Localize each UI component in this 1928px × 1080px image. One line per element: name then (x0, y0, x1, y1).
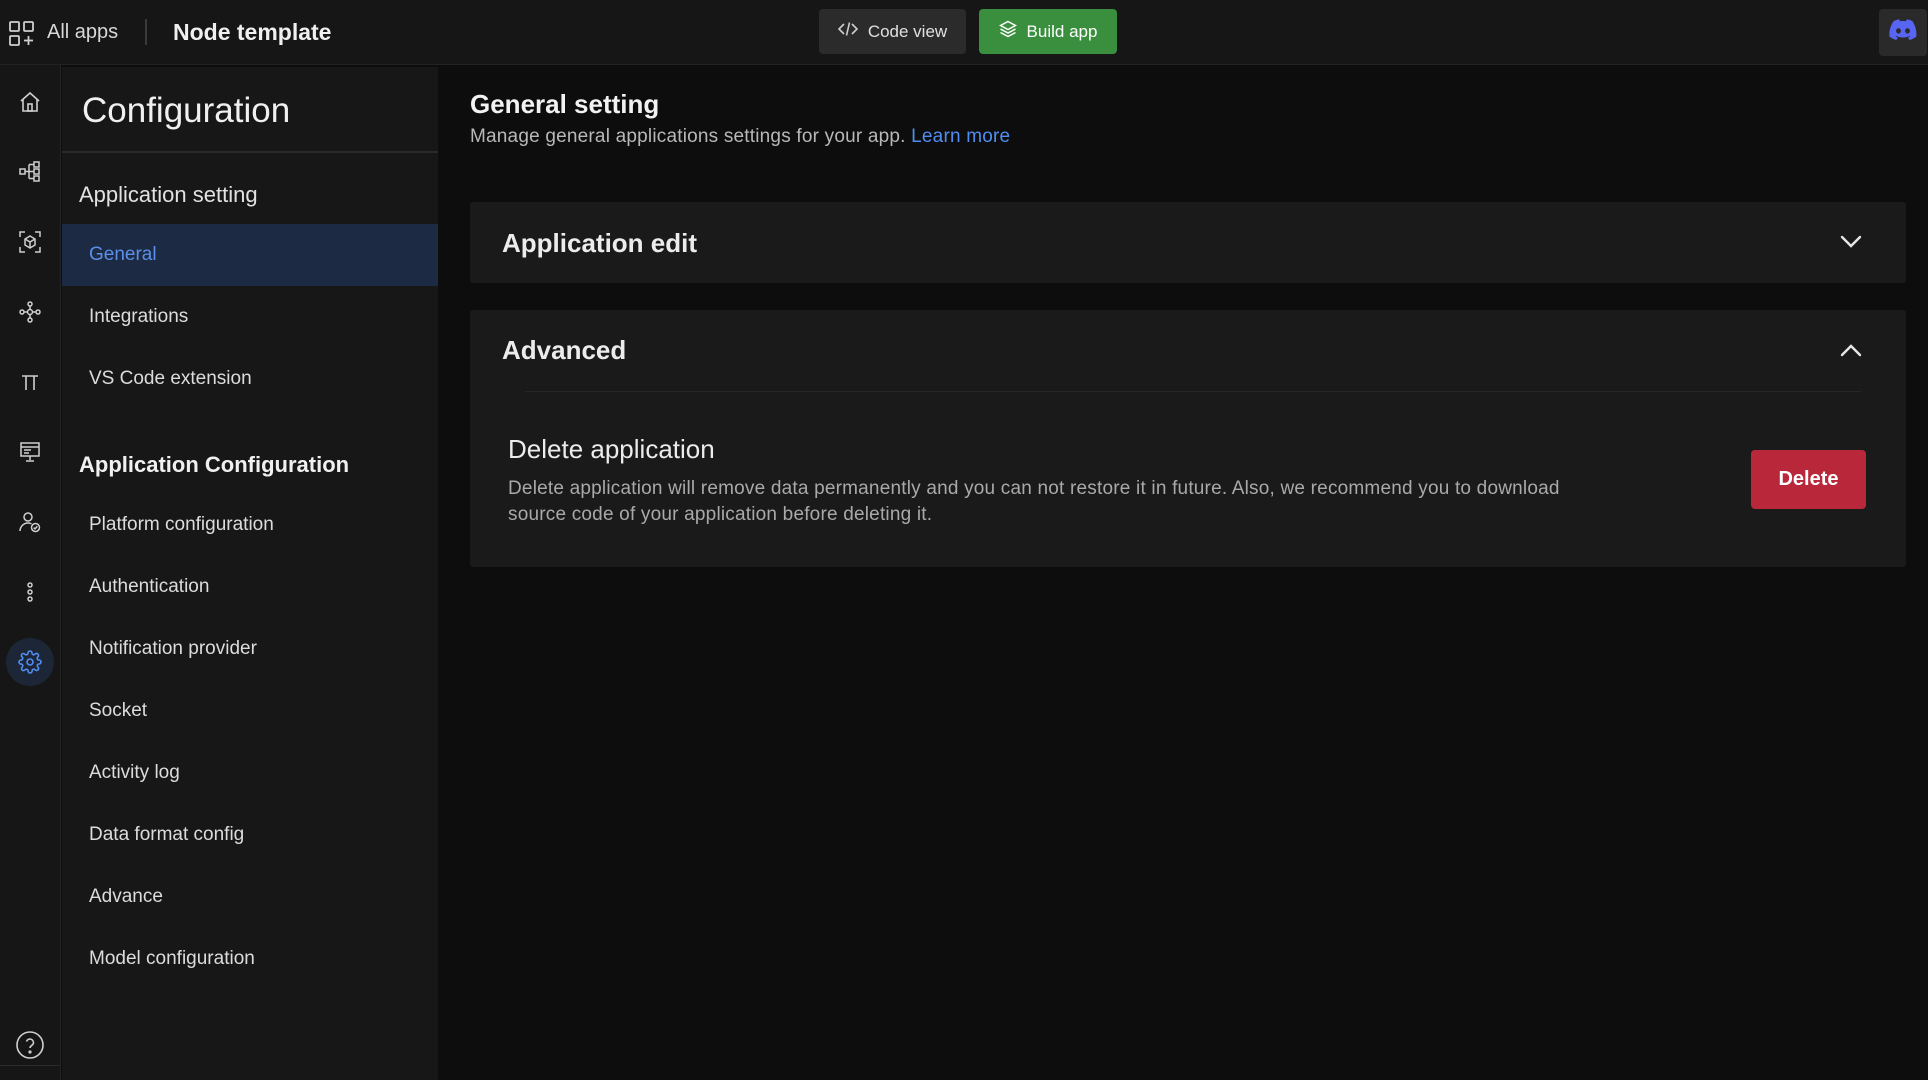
code-view-button[interactable]: Code view (819, 9, 966, 54)
code-icon (837, 21, 858, 42)
configuration-sidebar: Configuration Application setting Genera… (62, 67, 438, 1080)
layers-icon (998, 20, 1017, 43)
page-subtitle: Manage general applications settings for… (470, 126, 1010, 148)
configuration-title: Configuration (82, 91, 291, 130)
graph-icon[interactable] (6, 288, 54, 336)
all-apps-link[interactable]: All apps (47, 20, 118, 44)
title-divider (62, 151, 438, 153)
delete-application-description: Delete application will remove data perm… (508, 478, 1560, 525)
discord-button[interactable] (1879, 9, 1927, 56)
advanced-panel: Advanced Delete application Delete appli… (470, 310, 1906, 567)
nav-item-platform-configuration[interactable]: Platform configuration (62, 494, 438, 556)
application-edit-title: Application edit (502, 228, 697, 258)
more-icon[interactable] (6, 568, 54, 616)
delete-application-title: Delete application (508, 434, 715, 464)
application-setting-heading: Application setting (79, 182, 258, 207)
top-bar: All apps Node template Code view Build a… (0, 0, 1928, 65)
nav-item-socket[interactable]: Socket (62, 680, 438, 742)
learn-more-link[interactable]: Learn more (911, 126, 1010, 147)
user-check-icon[interactable] (6, 498, 54, 546)
icon-rail (0, 65, 61, 1080)
nav-item-advance[interactable]: Advance (62, 866, 438, 928)
flow-icon[interactable] (6, 148, 54, 196)
nav-item-general[interactable]: General (62, 224, 438, 286)
delete-button[interactable]: Delete (1751, 450, 1866, 509)
advanced-title: Advanced (502, 335, 627, 365)
page-subtitle-text: Manage general applications settings for… (470, 126, 906, 147)
all-apps-icon[interactable] (8, 20, 36, 48)
settings-icon[interactable] (6, 638, 54, 686)
nav-item-integrations[interactable]: Integrations (62, 286, 438, 348)
page-title: General setting (470, 89, 660, 119)
nav-item-data-format-config[interactable]: Data format config (62, 804, 438, 866)
build-app-label: Build app (1026, 21, 1098, 41)
application-configuration-heading: Application Configuration (79, 452, 350, 477)
chevron-down-icon[interactable] (1835, 226, 1867, 258)
project-title: Node template (173, 19, 332, 45)
discord-icon (1889, 19, 1917, 46)
code-view-label: Code view (867, 21, 948, 41)
build-app-button[interactable]: Build app (979, 9, 1117, 54)
home-icon[interactable] (6, 78, 54, 126)
nav-item-vs-code-extension[interactable]: VS Code extension (62, 348, 438, 410)
nav-item-model-configuration[interactable]: Model configuration (62, 928, 438, 990)
header-separator (145, 19, 147, 45)
advanced-divider (525, 391, 1861, 392)
nav-item-activity-log[interactable]: Activity log (62, 742, 438, 804)
nav-item-authentication[interactable]: Authentication (62, 556, 438, 618)
pi-icon[interactable] (6, 358, 54, 406)
chevron-up-icon[interactable] (1835, 334, 1867, 366)
help-icon[interactable] (6, 1021, 54, 1069)
presentation-icon[interactable] (6, 428, 54, 476)
model-icon[interactable] (6, 218, 54, 266)
application-edit-panel[interactable]: Application edit (470, 202, 1906, 283)
nav-item-notification-provider[interactable]: Notification provider (62, 618, 438, 680)
